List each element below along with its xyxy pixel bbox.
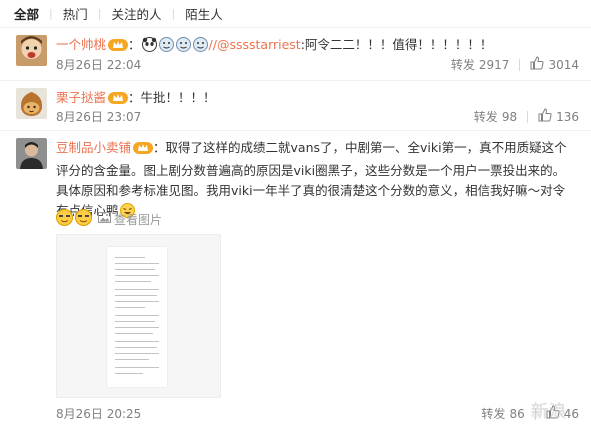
image-actions: 查看图片	[56, 209, 162, 229]
comment-meta: 8月26日 23:07 转发 98 136	[56, 108, 579, 125]
comment-username[interactable]: 栗子挞酱	[56, 90, 106, 105]
like-icon	[530, 56, 545, 73]
tab-following[interactable]: 关注的人	[101, 4, 171, 23]
like-count: 3014	[548, 57, 579, 72]
avatar[interactable]	[16, 138, 47, 169]
doge-emoji-icon	[175, 37, 191, 58]
repost-button[interactable]: 转发 98	[474, 108, 517, 125]
text-line	[115, 269, 155, 270]
text-line	[115, 289, 159, 290]
comment-separator: ：	[128, 37, 141, 52]
tab-strangers[interactable]: 陌生人	[175, 4, 233, 23]
comment-username[interactable]: 一个帅桃	[56, 37, 106, 52]
text-line	[115, 327, 159, 328]
mention-link[interactable]: //@sssstarriest	[209, 37, 301, 52]
text-line	[115, 367, 159, 368]
attached-image-thumbnail[interactable]	[56, 234, 221, 398]
tab-all[interactable]: 全部	[14, 4, 49, 23]
text-line	[115, 333, 153, 334]
doge-emoji-icon	[192, 37, 208, 58]
emoji-row	[56, 209, 92, 229]
view-image-link[interactable]: 查看图片	[98, 211, 162, 228]
screenshot-document	[107, 247, 167, 387]
comment-item: 一个帅桃 ： //@sssstarriest:阿令二二！！！值得！！！！！！ 8月2…	[0, 28, 591, 80]
repost-button[interactable]: 转发 86	[481, 405, 524, 422]
text-line	[115, 373, 143, 374]
panda-emoji-icon	[141, 37, 157, 58]
text-line	[115, 353, 159, 354]
view-image-label: 查看图片	[114, 212, 163, 227]
like-icon	[538, 108, 552, 125]
comment-item: 栗子挞酱 ：牛批！！！！ 8月26日 23:07 转发 98 136	[0, 80, 591, 130]
text-line	[115, 359, 149, 360]
text-line	[115, 341, 159, 342]
meta-divider	[527, 110, 529, 123]
image-icon	[98, 212, 111, 226]
text-line	[115, 281, 151, 282]
comment-content: ：牛批！！！！	[128, 90, 216, 105]
text-line	[115, 275, 159, 276]
crown-badge-icon[interactable]	[108, 38, 129, 58]
tab-hot[interactable]: 热门	[53, 4, 98, 23]
doge-emoji-icon	[158, 37, 174, 58]
text-line	[115, 257, 145, 258]
avatar[interactable]	[16, 35, 47, 66]
emoji-icon	[56, 209, 73, 229]
like-button[interactable]: 136	[538, 108, 579, 125]
text-line	[115, 307, 145, 308]
text-line	[115, 315, 159, 316]
text-line	[115, 263, 159, 264]
repost-count: 2917	[478, 57, 510, 72]
repost-label: 转发	[481, 407, 506, 421]
repost-count: 98	[501, 109, 518, 124]
text-line	[115, 347, 157, 348]
watermark: 新浪	[531, 402, 567, 422]
repost-label: 转发	[473, 110, 498, 124]
comment-date: 8月26日 22:04	[56, 58, 142, 72]
avatar[interactable]	[16, 88, 47, 119]
comment-date: 8月26日 23:07	[56, 110, 142, 124]
comment-item: 豆制品小卖铺 ：取得了这样的成绩二就vans了，中剧第一、全viki第一，真不用质…	[0, 130, 591, 426]
text-line	[115, 321, 155, 322]
comment-content: :阿令二二！！！值得！！！！！！	[300, 37, 493, 52]
comment-filter-tabs: 全部 | 热门 | 关注的人 | 陌生人	[0, 0, 591, 28]
comment-meta: 8月26日 22:04 转发 2917 3014	[56, 56, 579, 73]
repost-button[interactable]: 转发 2917	[451, 56, 510, 73]
emoji-icon	[75, 209, 92, 229]
comment-meta: 8月26日 20:25 转发 86 46	[56, 405, 579, 422]
meta-divider	[519, 58, 521, 71]
text-line	[115, 301, 159, 302]
like-button[interactable]: 3014	[530, 56, 579, 73]
comment-text: 一个帅桃 ： //@sssstarriest:阿令二二！！！值得！！！！！！	[56, 35, 577, 58]
repost-label: 转发	[450, 58, 475, 72]
text-line	[115, 295, 157, 296]
repost-count: 86	[509, 406, 525, 421]
comment-username[interactable]: 豆制品小卖铺	[56, 140, 131, 155]
like-count: 136	[556, 109, 579, 124]
crown-badge-icon[interactable]	[133, 141, 154, 161]
comment-date: 8月26日 20:25	[56, 407, 142, 421]
